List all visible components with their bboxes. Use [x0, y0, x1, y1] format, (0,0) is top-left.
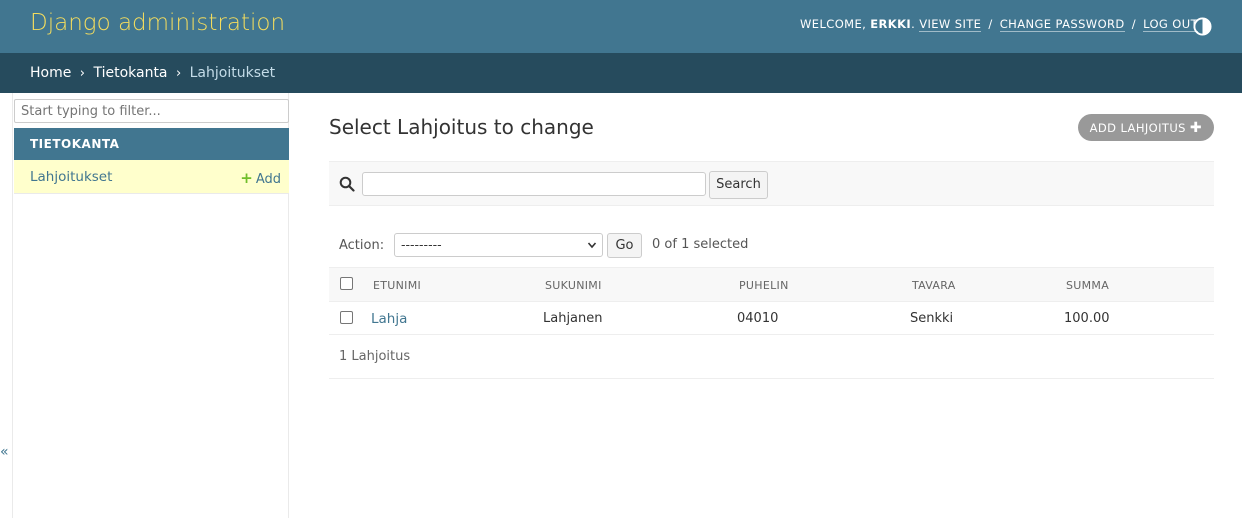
separator: / — [988, 17, 993, 31]
nav-sidebar: Tietokanta Lahjoitukset +Add — [12, 93, 289, 518]
table-header: Etunimi Sukunimi Puhelin Tavara Summa — [329, 267, 1214, 302]
paginator: 1 Lahjoitus — [329, 335, 1214, 379]
separator: / — [1131, 17, 1137, 31]
view-site-link[interactable]: View site — [919, 17, 982, 32]
sidebar-add-link[interactable]: + Add — [240, 169, 281, 187]
plus-icon: ✚ — [1189, 120, 1202, 136]
selection-counter: 0 of 1 selected — [652, 237, 749, 252]
header: Django administration Welcome, Erkki. Vi… — [0, 0, 1242, 53]
table-row: Lahja Lahjanen 04010 Senkki 100.00 — [329, 302, 1214, 335]
page-title: Select Lahjoitus to change — [329, 115, 594, 139]
cell-sukunimi: Lahjanen — [543, 311, 603, 326]
cell-tavara: Senkki — [910, 311, 954, 326]
sidebar-item-lahjoitukset: Lahjoitukset + Add — [14, 160, 289, 194]
nav-filter-input[interactable] — [14, 99, 289, 123]
search-input[interactable] — [362, 172, 706, 196]
column-header-summa[interactable]: Summa — [1066, 279, 1109, 292]
breadcrumb-separator: › — [79, 66, 85, 81]
add-button-label: Add Lahjoitus — [1089, 121, 1186, 135]
column-header-puhelin[interactable]: Puhelin — [739, 279, 789, 292]
sidebar-add-label: Add — [255, 172, 281, 187]
username: Erkki — [870, 17, 912, 31]
column-header-tavara[interactable]: Tavara — [912, 279, 956, 292]
change-password-link[interactable]: Change password — [999, 17, 1125, 32]
breadcrumb: Home › Tietokanta › Lahjoitukset — [0, 53, 1242, 93]
site-name[interactable]: Django administration — [30, 10, 285, 36]
actions-bar: Action: --------- Go 0 of 1 selected — [329, 230, 1214, 262]
log-out-link[interactable]: Log out — [1143, 17, 1198, 32]
column-header-etunimi[interactable]: Etunimi — [373, 279, 421, 292]
welcome-text: Welcome, — [800, 17, 867, 31]
theme-toggle-icon[interactable] — [1193, 17, 1212, 36]
action-label: Action: — [339, 238, 385, 253]
toggle-nav-sidebar-button[interactable]: « — [0, 444, 9, 460]
search-button[interactable]: Search — [709, 171, 768, 199]
breadcrumb-separator: › — [175, 66, 182, 81]
breadcrumb-home[interactable]: Home — [30, 65, 71, 81]
breadcrumb-app[interactable]: Tietokanta — [93, 65, 167, 81]
column-header-sukunimi[interactable]: Sukunimi — [545, 279, 602, 292]
chevron-down-icon — [587, 242, 597, 249]
search-toolbar: Search — [329, 161, 1214, 206]
plus-icon: + — [240, 169, 253, 187]
search-icon — [339, 176, 355, 192]
username-period: . — [911, 17, 916, 31]
sidebar-item-label[interactable]: Lahjoitukset — [30, 169, 112, 185]
cell-puhelin: 04010 — [737, 311, 779, 326]
select-all-checkbox[interactable] — [340, 277, 353, 290]
user-tools: Welcome, Erkki. View site / Change passw… — [800, 17, 1198, 32]
action-select-value: --------- — [401, 237, 442, 252]
row-select-checkbox[interactable] — [340, 311, 353, 324]
cell-etunimi-link[interactable]: Lahja — [371, 311, 407, 327]
add-lahjoitus-button[interactable]: Add Lahjoitus ✚ — [1077, 114, 1214, 141]
breadcrumb-current: Lahjoitukset — [189, 65, 276, 81]
action-select[interactable]: --------- — [394, 233, 603, 257]
app-caption-tietokanta[interactable]: Tietokanta — [14, 128, 289, 160]
cell-summa: 100.00 — [1064, 311, 1110, 326]
go-button[interactable]: Go — [607, 233, 642, 258]
